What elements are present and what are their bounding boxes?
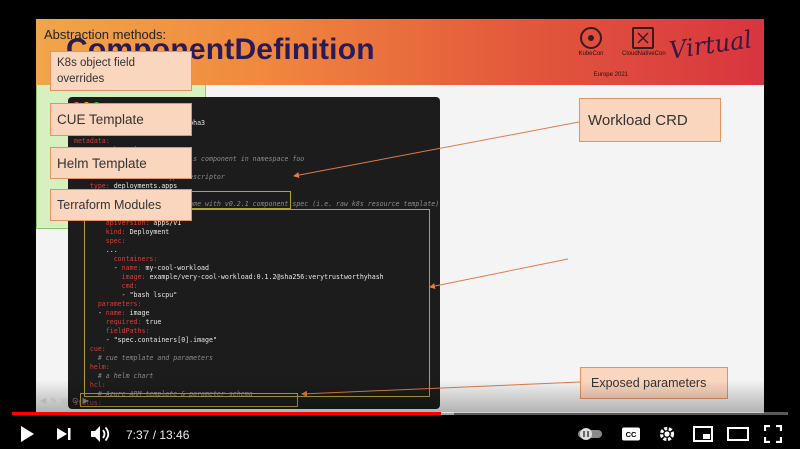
settings-button[interactable]: [654, 421, 680, 447]
progress-bar[interactable]: [12, 412, 788, 415]
time-display: 7:37 / 13:46: [126, 428, 190, 442]
play-button[interactable]: [14, 421, 40, 447]
svg-text:CC: CC: [626, 430, 637, 439]
autoplay-toggle-icon: [578, 428, 602, 440]
progress-played: [12, 412, 442, 415]
theater-icon: [727, 427, 749, 441]
play-icon: [21, 426, 34, 442]
fullscreen-button[interactable]: [760, 421, 786, 447]
slide: ComponentDefinition KubeCon CloudNativeC…: [36, 19, 764, 413]
subtitles-button[interactable]: CC: [618, 421, 644, 447]
autoplay-toggle[interactable]: [576, 421, 604, 447]
next-button[interactable]: [52, 421, 76, 447]
mute-button[interactable]: [88, 421, 114, 447]
abstraction-arrow: [429, 258, 569, 289]
theater-button[interactable]: [724, 421, 752, 447]
subtitles-icon: CC: [622, 427, 640, 441]
workload-arrow: [293, 121, 580, 179]
volume-icon: [91, 426, 110, 442]
fullscreen-icon: [764, 425, 782, 443]
miniplayer-icon: [693, 426, 713, 442]
callout-arrows: [293, 121, 581, 397]
miniplayer-button[interactable]: [690, 421, 716, 447]
next-icon: [57, 428, 71, 440]
settings-icon: [659, 426, 675, 442]
player-controls: 7:37 / 13:46 CC: [0, 421, 800, 449]
